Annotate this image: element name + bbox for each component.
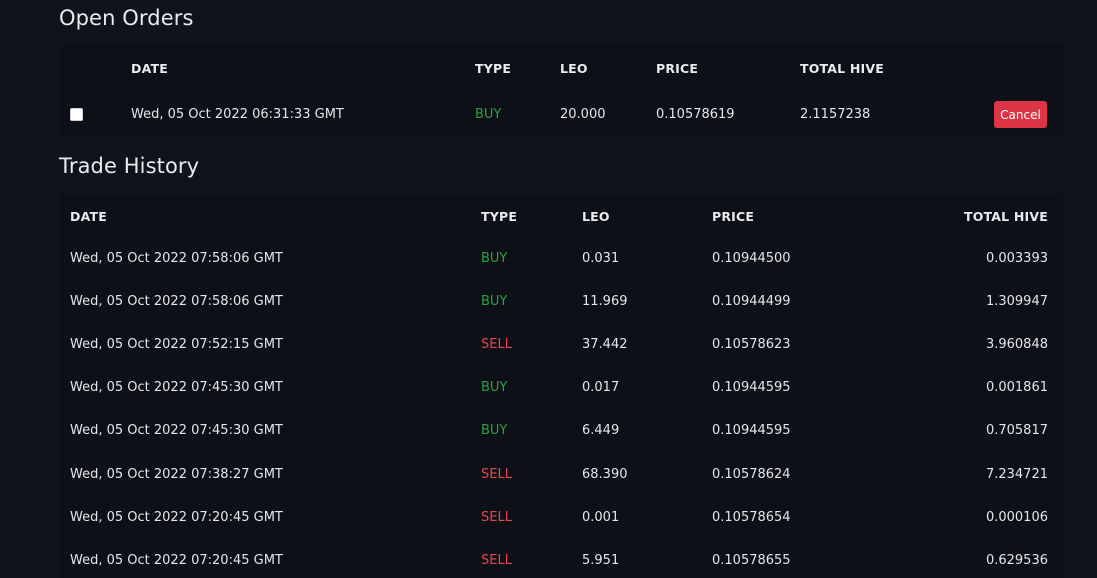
header-leo: LEO <box>582 209 610 224</box>
header-leo: LEO <box>560 61 588 76</box>
trade-history-table: DATE TYPE LEO PRICE TOTAL HIVE Wed, 05 O… <box>59 194 1063 578</box>
trade-total-hive: 0.001861 <box>985 380 1048 395</box>
trade-total-hive: 1.309947 <box>985 294 1048 309</box>
order-select-checkbox[interactable] <box>70 108 83 121</box>
trade-type: SELL <box>481 337 512 352</box>
trade-total-hive: 0.705817 <box>985 423 1048 438</box>
trade-total-hive: 7.234721 <box>985 467 1048 482</box>
trade-date: Wed, 05 Oct 2022 07:38:27 GMT <box>70 467 283 482</box>
order-leo: 20.000 <box>560 107 606 122</box>
header-date: DATE <box>70 209 107 224</box>
trade-date: Wed, 05 Oct 2022 07:45:30 GMT <box>70 380 283 395</box>
open-orders-title: Open Orders <box>59 6 194 30</box>
trade-price: 0.10944595 <box>712 380 791 395</box>
trade-date: Wed, 05 Oct 2022 07:45:30 GMT <box>70 423 283 438</box>
trade-date: Wed, 05 Oct 2022 07:58:06 GMT <box>70 294 283 309</box>
trade-type: BUY <box>481 294 508 309</box>
order-price: 0.10578619 <box>656 107 735 122</box>
trade-leo: 0.017 <box>582 380 620 395</box>
trade-price: 0.10944595 <box>712 423 791 438</box>
trade-total-hive: 0.629536 <box>985 553 1048 568</box>
trade-total-hive: 3.960848 <box>985 337 1048 352</box>
trade-date: Wed, 05 Oct 2022 07:20:45 GMT <box>70 553 283 568</box>
header-date: DATE <box>131 61 168 76</box>
trade-price: 0.10944499 <box>712 294 791 309</box>
trade-leo: 0.031 <box>582 251 620 266</box>
trade-type: SELL <box>481 510 512 525</box>
trade-leo: 6.449 <box>582 423 620 438</box>
trade-type: SELL <box>481 467 512 482</box>
trade-total-hive: 0.003393 <box>985 251 1048 266</box>
order-date: Wed, 05 Oct 2022 06:31:33 GMT <box>131 107 344 122</box>
trade-date: Wed, 05 Oct 2022 07:52:15 GMT <box>70 337 283 352</box>
open-orders-table: DATE TYPE LEO PRICE TOTAL HIVE Wed, 05 O… <box>59 44 1063 136</box>
order-total-hive: 2.1157238 <box>800 107 871 122</box>
header-type: TYPE <box>475 61 512 76</box>
trade-price: 0.10578624 <box>712 467 791 482</box>
trade-date: Wed, 05 Oct 2022 07:20:45 GMT <box>70 510 283 525</box>
cancel-order-button[interactable]: Cancel <box>994 101 1047 128</box>
trade-type: BUY <box>481 423 508 438</box>
trade-price: 0.10578655 <box>712 553 791 568</box>
trade-type: SELL <box>481 553 512 568</box>
trade-date: Wed, 05 Oct 2022 07:58:06 GMT <box>70 251 283 266</box>
header-price: PRICE <box>656 61 699 76</box>
trade-type: BUY <box>481 251 508 266</box>
trade-leo: 0.001 <box>582 510 620 525</box>
trade-price: 0.10944500 <box>712 251 791 266</box>
trade-leo: 5.951 <box>582 553 620 568</box>
trade-price: 0.10578623 <box>712 337 791 352</box>
trade-total-hive: 0.000106 <box>985 510 1048 525</box>
trade-type: BUY <box>481 380 508 395</box>
trade-leo: 11.969 <box>582 294 628 309</box>
header-total-hive: TOTAL HIVE <box>963 209 1048 224</box>
header-price: PRICE <box>712 209 755 224</box>
header-type: TYPE <box>481 209 518 224</box>
trade-leo: 37.442 <box>582 337 628 352</box>
order-type: BUY <box>475 107 502 122</box>
trade-leo: 68.390 <box>582 467 628 482</box>
trade-history-title: Trade History <box>59 154 200 178</box>
header-total-hive: TOTAL HIVE <box>800 61 885 76</box>
trade-price: 0.10578654 <box>712 510 791 525</box>
